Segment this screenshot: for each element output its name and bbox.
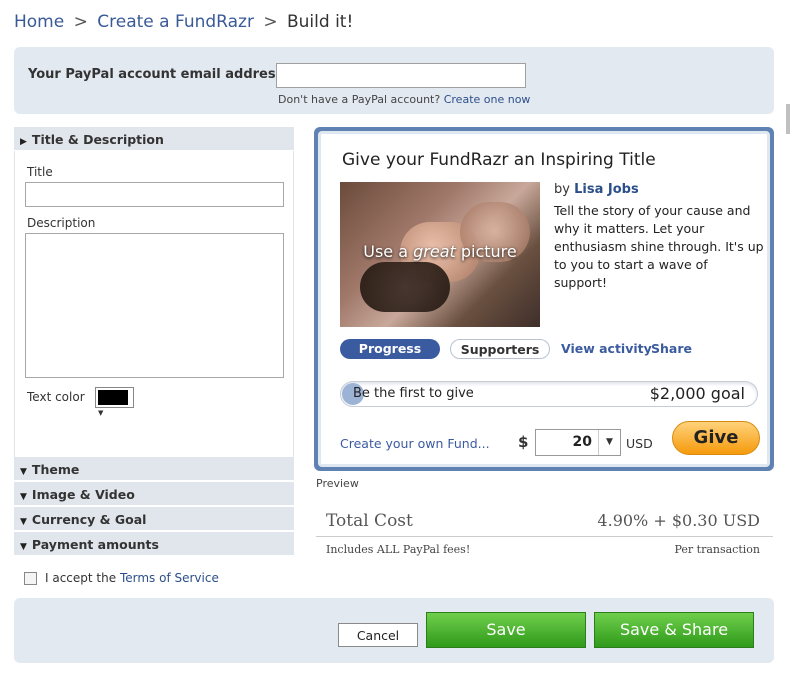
chevron-down-icon[interactable]: ▼ [598,430,620,455]
create-paypal-link[interactable]: Create one now [444,93,531,106]
fundrazr-widget: Give your FundRazr an Inspiring Title Us… [318,131,770,467]
color-swatch-fill [98,390,128,405]
progress-bar: Be the first to give $2,000 goal [340,381,758,407]
currency-symbol: $ [518,433,529,451]
image-caption: Use a great picture [340,242,540,261]
total-cost-value: 4.90% + $0.30 USD [597,511,760,530]
scrollbar[interactable] [786,104,790,134]
give-button[interactable]: Give [672,421,760,455]
terms-prefix: I accept the [45,571,117,585]
paypal-email-label: Your PayPal account email address [28,67,284,82]
amount-value: 20 [572,434,592,450]
text-color-label: Text color [27,390,85,404]
triangle-down-icon: ▼ [20,492,27,502]
description-textarea[interactable] [25,233,284,378]
goal-text: $2,000 goal [649,384,745,403]
paypal-help: Don't have a PayPal account? Create one … [278,93,530,106]
author-link[interactable]: Lisa Jobs [574,182,639,197]
paypal-email-input[interactable] [276,63,526,88]
triangle-down-icon: ▼ [20,467,27,477]
fees-note: Includes ALL PayPal fees! [326,543,471,556]
byline: by Lisa Jobs [554,182,639,197]
fundrazr-preview: Give your FundRazr an Inspiring Title Us… [314,127,774,471]
byline-prefix: by [554,182,570,197]
terms-of-service-link[interactable]: Terms of Service [120,571,219,585]
tab-progress[interactable]: Progress [340,339,440,359]
terms-text: I accept the Terms of Service [45,571,219,585]
terms-checkbox[interactable] [24,572,37,585]
section-payment-amounts[interactable]: ▼ Payment amounts [14,532,294,556]
divider [316,536,773,537]
section-theme[interactable]: ▼ Theme [14,457,294,481]
cancel-button[interactable]: Cancel [338,623,418,647]
breadcrumb-home-link[interactable]: Home [14,12,64,32]
tab-supporters[interactable]: Supporters [450,339,550,359]
widget-title: Give your FundRazr an Inspiring Title [342,150,656,170]
chevron-down-icon: ▼ [98,409,104,417]
section-label: Title & Description [31,132,164,147]
per-transaction-note: Per transaction [674,543,760,556]
triangle-down-icon: ▼ [20,542,27,552]
total-cost-label: Total Cost [326,511,413,531]
breadcrumb-create-link[interactable]: Create a FundRazr [97,12,254,32]
breadcrumb: Home > Create a FundRazr > Build it! [14,12,353,32]
paypal-help-text: Don't have a PayPal account? [278,93,441,106]
triangle-down-icon: ▼ [20,517,27,527]
description-label: Description [27,216,96,230]
section-label: Theme [31,462,80,477]
image-detail [360,262,450,312]
save-button[interactable]: Save [426,612,586,648]
breadcrumb-current: Build it! [287,12,354,32]
caption-emphasis: great [413,242,456,261]
currency-code: USD [626,436,653,451]
section-title-description[interactable]: ▶ Title & Description [14,127,294,151]
action-bar: Cancel Save Save & Share [14,598,774,663]
save-share-button[interactable]: Save & Share [594,612,754,648]
text-color-picker[interactable]: ▼ [95,387,134,417]
title-input[interactable] [25,182,284,207]
section-label: Payment amounts [31,537,159,552]
section-label: Currency & Goal [31,512,147,527]
settings-accordion: ▶ Title & Description Title Description T… [14,127,294,557]
caption-text: picture [455,242,517,261]
progress-text: Be the first to give [353,386,474,401]
section-image-video[interactable]: ▼ Image & Video [14,482,294,506]
title-label: Title [27,165,53,179]
triangle-right-icon: ▶ [20,137,27,147]
preview-label: Preview [316,477,359,490]
breadcrumb-separator: > [263,12,278,32]
title-description-panel: Title Description Text color ▼ [14,151,294,457]
paypal-panel: Your PayPal account email address Don't … [14,47,774,114]
section-label: Image & Video [31,487,135,502]
campaign-image[interactable]: Use a great picture [340,182,540,327]
section-currency-goal[interactable]: ▼ Currency & Goal [14,507,294,531]
caption-text: Use a [363,242,414,261]
amount-select[interactable]: 20 ▼ [535,429,621,456]
view-activity-link[interactable]: View activity [561,341,652,356]
campaign-story: Tell the story of your cause and why it … [554,203,764,290]
create-own-link[interactable]: Create your own Fund... [340,436,490,451]
breadcrumb-separator: > [73,12,88,32]
share-link[interactable]: Share [651,341,692,356]
